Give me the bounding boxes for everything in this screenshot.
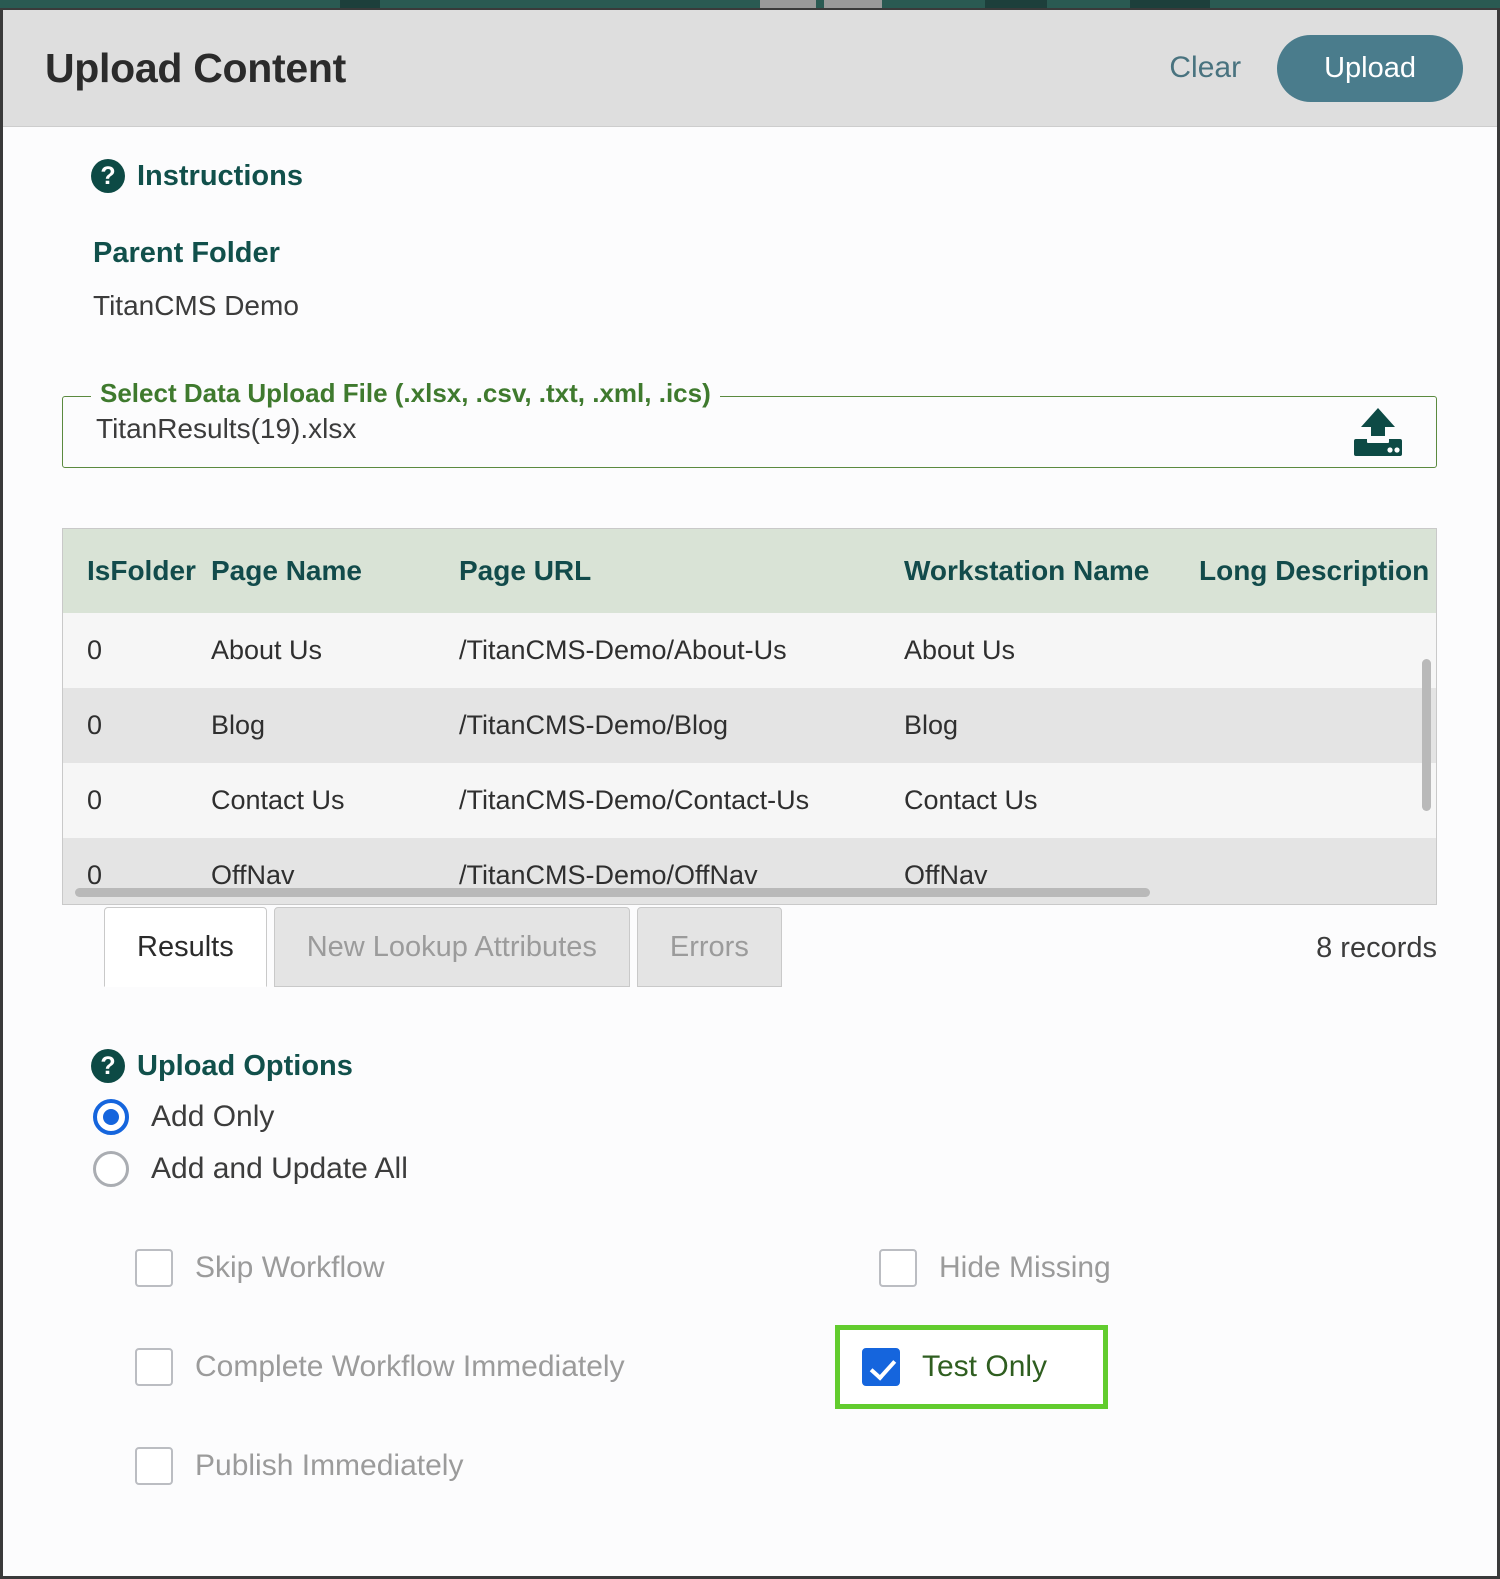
checkbox-test-only[interactable]: Test Only [862,1348,1047,1386]
file-upload-field[interactable]: Select Data Upload File (.xlsx, .csv, .t… [62,378,1437,468]
checkbox-label-complete-workflow-immediately: Complete Workflow Immediately [195,1350,625,1383]
table-body: 0 About Us /TitanCMS-Demo/About-Us About… [63,613,1436,904]
cell-isfolder: 0 [87,635,103,665]
upload-button[interactable]: Upload [1277,34,1463,102]
background-element [760,0,816,8]
checkbox-indicator [135,1348,173,1386]
background-element [824,0,882,8]
dialog-header: Upload Content Clear Upload [3,10,1497,127]
checkbox-label-skip-workflow: Skip Workflow [195,1251,385,1284]
cell-page-name: Contact Us [211,785,345,815]
instructions-label: Instructions [137,159,303,192]
checkbox-skip-workflow: Skip Workflow [135,1249,815,1287]
table-vertical-scrollbar[interactable] [1422,659,1431,811]
cell-page-name: Blog [211,710,266,740]
results-table: IsFolder Page Name Page URL Workstation … [63,529,1436,904]
upload-options-section: ? Upload Options Add Only Add and Update… [37,1049,1463,1485]
radio-label-add-only: Add Only [151,1100,275,1133]
column-header-page-name[interactable]: Page Name [211,529,459,613]
tab-results[interactable]: Results [104,907,267,987]
table-header-row: IsFolder Page Name Page URL Workstation … [63,529,1436,613]
background-app-strip [0,0,1500,8]
cell-long-description [1199,838,1436,904]
cell-page-url: /TitanCMS-Demo/About-Us [459,635,787,665]
table-header: IsFolder Page Name Page URL Workstation … [63,529,1436,613]
highlight-box: Test Only [835,1325,1109,1409]
checkbox-indicator [879,1249,917,1287]
cell-long-description [1199,763,1436,838]
cell-isfolder: 0 [87,785,103,815]
table-row[interactable]: 0 Contact Us /TitanCMS-Demo/Contact-Us C… [63,763,1436,838]
file-field-legend: Select Data Upload File (.xlsx, .csv, .t… [91,378,720,409]
instructions-section: ? Instructions Parent Folder TitanCMS De… [37,127,1463,322]
cell-workstation-name: About Us [904,635,1016,665]
column-header-page-url[interactable]: Page URL [459,529,904,613]
upload-options-label: Upload Options [137,1049,353,1082]
test-only-highlight-wrapper: Test Only [815,1325,1463,1409]
help-circle-icon[interactable]: ? [91,159,125,193]
upload-content-dialog: Upload Content Clear Upload ? Instructio… [0,8,1500,1579]
radio-label-add-and-update-all: Add and Update All [151,1152,408,1185]
instructions-heading: ? Instructions [37,159,1463,193]
table-row[interactable]: 0 Blog /TitanCMS-Demo/Blog Blog [63,688,1436,763]
cell-page-url: /TitanCMS-Demo/Contact-Us [459,785,810,815]
checkbox-indicator[interactable] [862,1348,900,1386]
clear-button[interactable]: Clear [1169,51,1241,85]
upload-icon[interactable] [1350,405,1406,461]
cell-workstation-name: Contact Us [904,785,1038,815]
checkbox-hide-missing: Hide Missing [815,1249,1463,1287]
cell-page-name: About Us [211,635,323,665]
upload-options-heading: ? Upload Options [37,1049,1463,1083]
column-header-long-description[interactable]: Long Description [1199,529,1436,613]
background-element [1130,0,1210,8]
column-header-workstation-name[interactable]: Workstation Name [904,529,1199,613]
upload-options-checkboxes: Skip Workflow Hide Missing Complete Work… [37,1249,1463,1485]
parent-folder-value: TitanCMS Demo [93,290,299,321]
table-horizontal-scrollbar[interactable] [75,888,1150,897]
background-element [340,0,380,8]
checkbox-label-hide-missing: Hide Missing [939,1251,1111,1284]
results-tabs: Results New Lookup Attributes Errors 8 r… [62,905,1437,987]
help-circle-icon[interactable]: ? [91,1049,125,1083]
selected-file-name: TitanResults(19).xlsx [96,413,357,444]
cell-isfolder: 0 [87,710,103,740]
records-count: 8 records [1316,932,1437,964]
radio-add-and-update-all[interactable]: Add and Update All [37,1151,1463,1187]
radio-button-indicator[interactable] [93,1151,129,1187]
checkbox-indicator [135,1447,173,1485]
radio-button-indicator[interactable] [93,1099,129,1135]
parent-folder-label: Parent Folder [93,237,280,269]
results-table-container[interactable]: IsFolder Page Name Page URL Workstation … [62,528,1437,905]
checkbox-label-publish-immediately: Publish Immediately [195,1449,464,1482]
checkbox-complete-workflow-immediately: Complete Workflow Immediately [135,1325,815,1409]
tab-errors[interactable]: Errors [636,907,782,987]
column-header-isfolder[interactable]: IsFolder [63,529,211,613]
cell-long-description [1199,613,1436,688]
cell-workstation-name: Blog [904,710,959,740]
page-title: Upload Content [45,44,346,91]
dialog-body: ? Instructions Parent Folder TitanCMS De… [3,127,1497,1576]
checkbox-label-test-only: Test Only [922,1350,1048,1383]
table-row[interactable]: 0 About Us /TitanCMS-Demo/About-Us About… [63,613,1436,688]
cell-page-url: /TitanCMS-Demo/Blog [459,710,729,740]
cell-long-description [1199,688,1436,763]
radio-add-only[interactable]: Add Only [37,1099,1463,1135]
tab-new-lookup-attributes[interactable]: New Lookup Attributes [273,907,630,987]
background-element [985,0,1047,8]
checkbox-publish-immediately: Publish Immediately [135,1447,815,1485]
checkbox-indicator [135,1249,173,1287]
